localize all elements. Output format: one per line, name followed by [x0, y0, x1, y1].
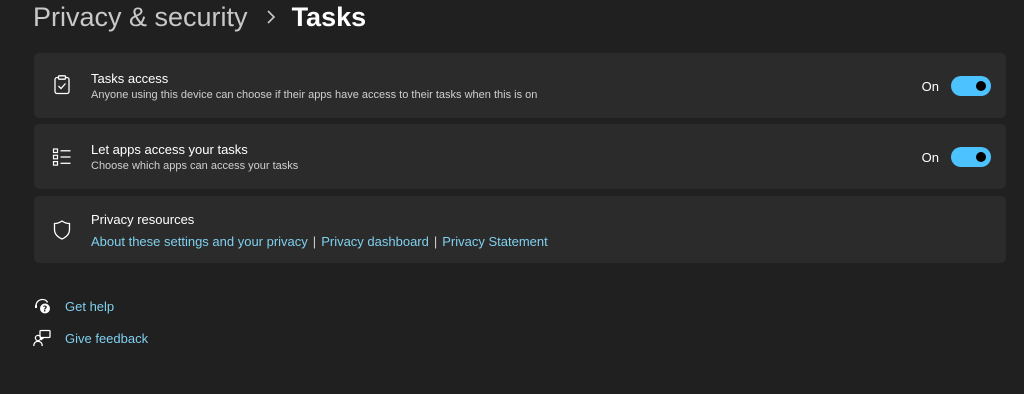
toggle-state-label: On	[921, 149, 939, 165]
let-apps-access-toggle[interactable]	[951, 147, 991, 167]
toggle-knob	[976, 152, 986, 162]
shield-icon	[51, 219, 73, 241]
give-feedback-link[interactable]: Give feedback	[65, 331, 148, 346]
page-title: Tasks	[291, 1, 367, 32]
get-help-row[interactable]: ? Get help	[33, 297, 114, 315]
svg-text:?: ?	[43, 305, 48, 314]
breadcrumb: Privacy & security Tasks	[33, 0, 366, 34]
feedback-icon	[33, 329, 51, 347]
privacy-links: About these settings and your privacy | …	[91, 234, 548, 249]
clipboard-check-icon	[51, 74, 73, 96]
setting-description: Choose which apps can access your tasks	[91, 160, 299, 172]
toggle-state-label: On	[921, 78, 939, 94]
task-list-icon	[51, 146, 73, 168]
privacy-statement-link[interactable]: Privacy Statement	[442, 234, 548, 249]
tasks-access-card: Tasks access Anyone using this device ca…	[34, 53, 1006, 118]
link-separator: |	[433, 234, 438, 249]
about-settings-link[interactable]: About these settings and your privacy	[91, 234, 308, 249]
let-apps-access-card[interactable]: Let apps access your tasks Choose which …	[34, 124, 1006, 189]
privacy-resources-card: Privacy resources About these settings a…	[34, 196, 1006, 263]
toggle-knob	[976, 81, 986, 91]
let-apps-toggle-group: On	[922, 147, 991, 167]
privacy-dashboard-link[interactable]: Privacy dashboard	[321, 234, 429, 249]
give-feedback-row[interactable]: Give feedback	[33, 329, 148, 347]
setting-title: Let apps access your tasks	[91, 142, 248, 157]
get-help-link[interactable]: Get help	[65, 299, 114, 314]
tasks-settings-page: Privacy & security Tasks Tasks access An…	[0, 0, 1024, 394]
chevron-right-icon	[266, 10, 276, 24]
link-separator: |	[312, 234, 317, 249]
tasks-access-toggle-group: On	[922, 76, 991, 96]
privacy-resources-title: Privacy resources	[91, 212, 195, 227]
get-help-icon: ?	[33, 297, 51, 315]
setting-title: Tasks access	[91, 71, 169, 86]
breadcrumb-privacy-security[interactable]: Privacy & security	[33, 2, 248, 33]
tasks-access-toggle[interactable]	[951, 76, 991, 96]
setting-description: Anyone using this device can choose if t…	[91, 89, 538, 101]
